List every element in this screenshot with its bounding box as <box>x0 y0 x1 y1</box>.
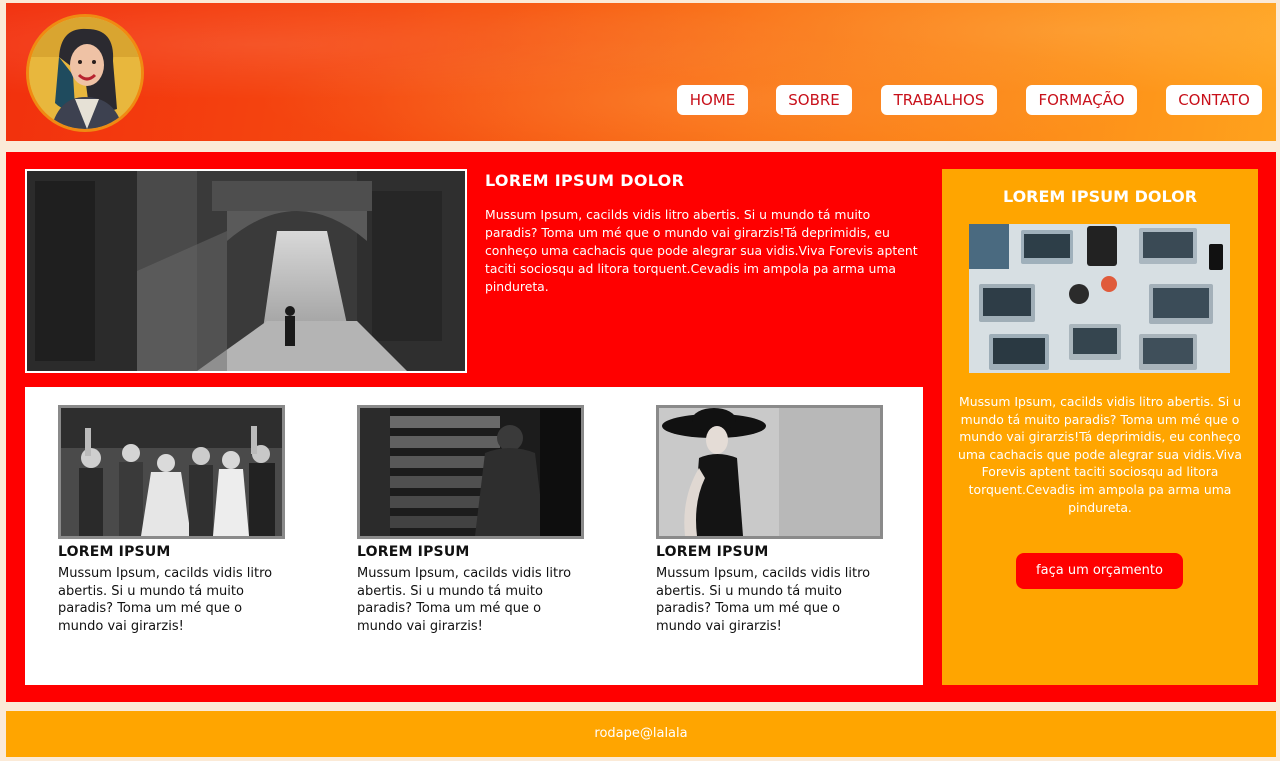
sidebar: LOREM IPSUM DOLOR Mussum Ipsum, cacilds … <box>942 169 1258 685</box>
card-2-image <box>357 405 584 539</box>
sidebar-title: LOREM IPSUM DOLOR <box>1002 187 1198 206</box>
hero-image <box>25 169 467 373</box>
nav-sobre-button[interactable]: SOBRE <box>776 85 852 115</box>
card-3-title: LOREM IPSUM <box>656 544 769 560</box>
card-1-text: Mussum Ipsum, cacilds vidis litro aberti… <box>58 566 273 634</box>
card-1-image <box>58 405 285 539</box>
card-1-title: LOREM IPSUM <box>58 544 171 560</box>
quote-button[interactable]: faça um orçamento <box>1016 553 1183 589</box>
nav-formacao-button[interactable]: FORMAÇÃO <box>1026 85 1137 115</box>
card-2: LOREM IPSUM Mussum Ipsum, cacilds vidis … <box>357 405 587 635</box>
hero-title: LOREM IPSUM DOLOR <box>485 171 685 190</box>
nav-home-button[interactable]: HOME <box>677 85 748 115</box>
cards-section: LOREM IPSUM Mussum Ipsum, cacilds vidis … <box>25 387 923 685</box>
card-2-title: LOREM IPSUM <box>357 544 470 560</box>
site-footer: rodape@lalala <box>6 711 1276 757</box>
footer-text: rodape@lalala <box>594 726 688 741</box>
sidebar-text: Mussum Ipsum, cacilds vidis litro aberti… <box>957 394 1243 515</box>
card-3: LOREM IPSUM Mussum Ipsum, cacilds vidis … <box>656 405 886 635</box>
site-header: HOME SOBRE TRABALHOS FORMAÇÃO CONTATO <box>6 3 1276 141</box>
hero-text: Mussum Ipsum, cacilds vidis litro aberti… <box>485 207 918 294</box>
card-3-image <box>656 405 883 539</box>
nav-trabalhos-button[interactable]: TRABALHOS <box>881 85 997 115</box>
card-1: LOREM IPSUM Mussum Ipsum, cacilds vidis … <box>58 405 288 635</box>
card-2-text: Mussum Ipsum, cacilds vidis litro aberti… <box>357 566 572 634</box>
card-3-text: Mussum Ipsum, cacilds vidis litro aberti… <box>656 566 871 634</box>
main-nav: HOME SOBRE TRABALHOS FORMAÇÃO CONTATO <box>6 85 1276 115</box>
sidebar-image <box>969 224 1230 373</box>
main-content: LOREM IPSUM DOLOR Mussum Ipsum, cacilds … <box>6 152 1276 702</box>
nav-contato-button[interactable]: CONTATO <box>1166 85 1262 115</box>
